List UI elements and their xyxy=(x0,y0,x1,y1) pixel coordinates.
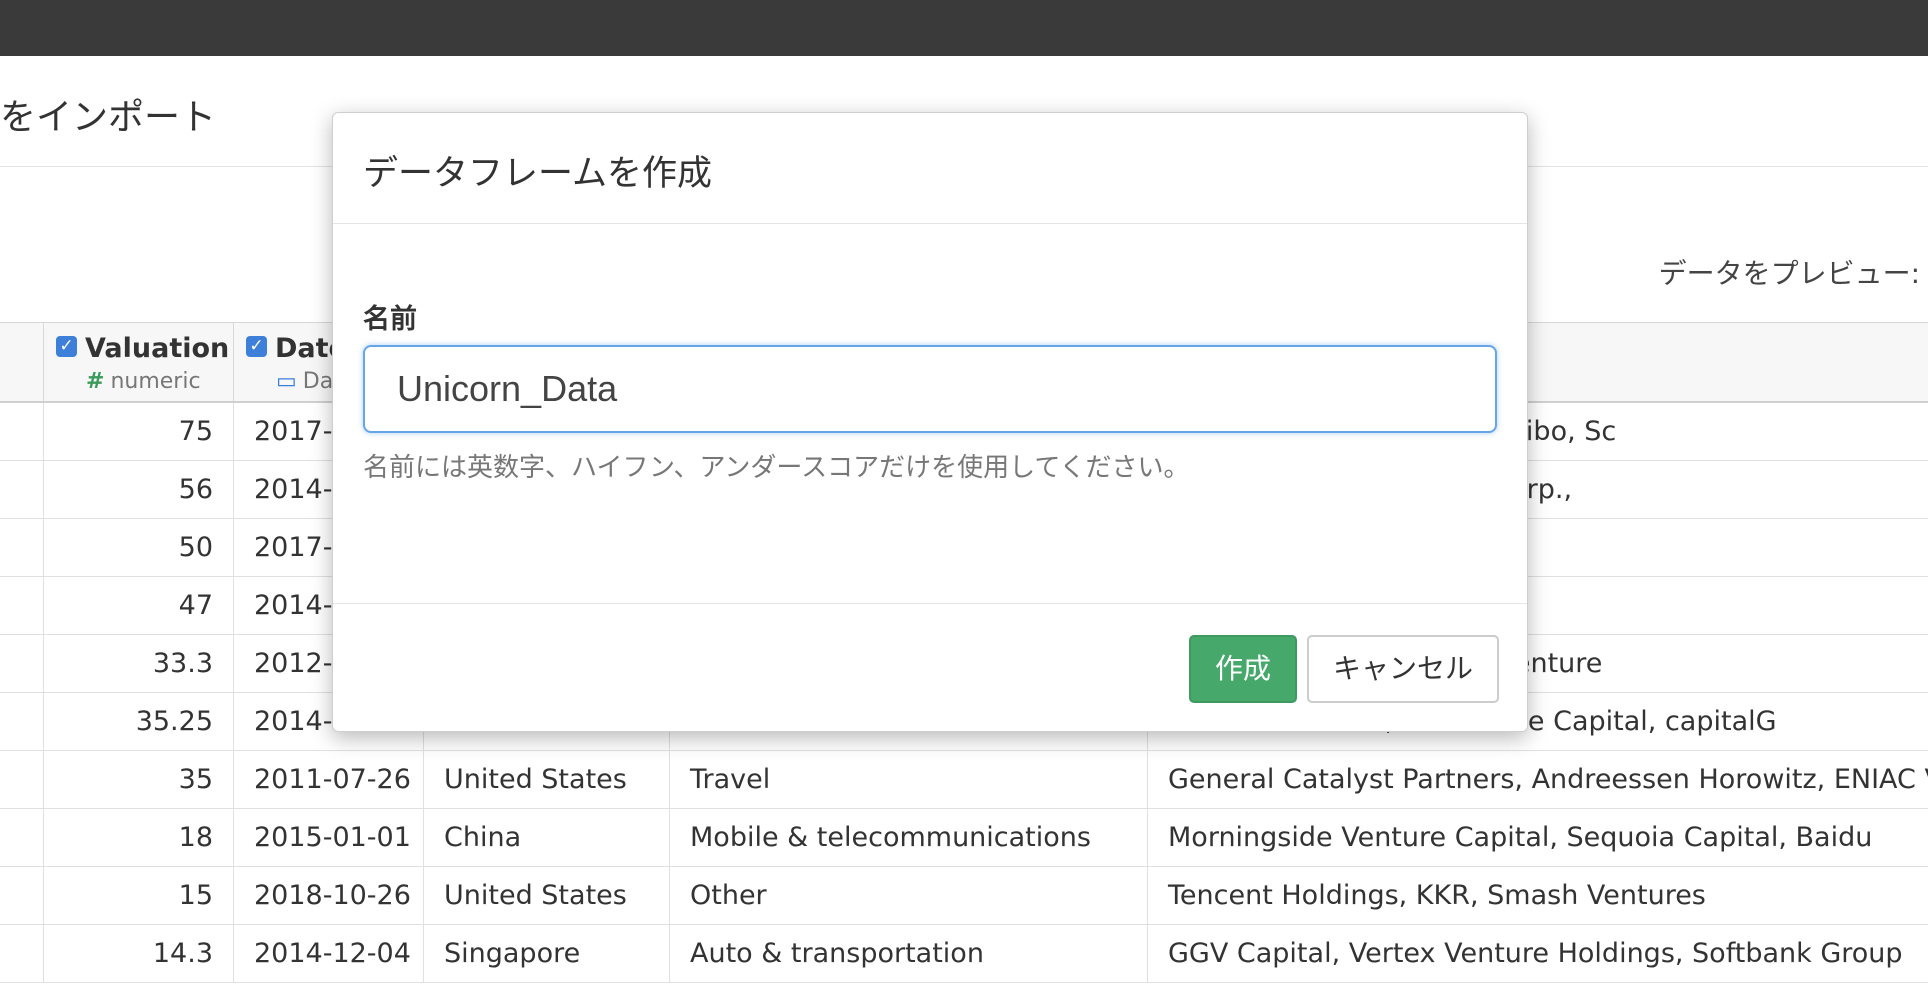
cell-industry: Mobile & telecommunications xyxy=(670,809,1148,866)
column-name: Valuation xyxy=(85,333,230,364)
cell-valuation: 56 xyxy=(44,461,234,518)
cell-date: 2018-10-26 xyxy=(234,867,424,924)
create-dataframe-dialog: データフレームを作成 名前 名前には英数字、ハイフン、アンダースコアだけを使用し… xyxy=(332,112,1528,732)
table-row: 15 2018-10-26 United States Other Tencent Ho… xyxy=(0,867,1928,925)
hash-icon: # xyxy=(86,369,105,394)
create-button[interactable]: 作成 xyxy=(1189,635,1297,703)
cell-industry: Other xyxy=(670,867,1148,924)
dialog-header-divider xyxy=(333,223,1527,224)
row-lead-cell xyxy=(0,403,44,460)
cell-valuation: 14.3 xyxy=(44,925,234,982)
preview-label: データをプレビュー: xyxy=(1658,257,1920,290)
row-lead-cell xyxy=(0,809,44,866)
column-type-label: numeric xyxy=(110,369,201,394)
column-type: ▭ Da xyxy=(276,369,333,394)
row-lead-cell xyxy=(0,461,44,518)
cell-country: United States xyxy=(424,867,670,924)
column-header-label: ✓ Valuation xyxy=(56,333,229,364)
name-input[interactable] xyxy=(363,345,1497,433)
import-page: をインポート データをプレビュー: ✓ Valuation # numeric ✓ D… xyxy=(0,56,1928,1004)
cell-valuation: 35 xyxy=(44,751,234,808)
column-checkbox[interactable]: ✓ xyxy=(56,336,77,357)
cell-investors: Morningside Venture Capital, Sequoia Cap… xyxy=(1168,822,1873,853)
cell-date: 2015-01-01 xyxy=(234,809,424,866)
cell-country: China xyxy=(424,809,670,866)
cell-industry: Auto & transportation xyxy=(670,925,1148,982)
name-hint: 名前には英数字、ハイフン、アンダースコアだけを使用してください。 xyxy=(363,453,1190,483)
cell-valuation: 75 xyxy=(44,403,234,460)
cell-industry: Travel xyxy=(670,751,1148,808)
table-row: 35 2011-07-26 United States Travel General C… xyxy=(0,751,1928,809)
page-title: をインポート xyxy=(0,97,217,138)
row-lead-cell xyxy=(0,867,44,924)
cell-valuation: 47 xyxy=(44,577,234,634)
cell-country: United States xyxy=(424,751,670,808)
table-row: 18 2015-01-01 China Mobile & telecommunicat… xyxy=(0,809,1928,867)
row-lead-cell xyxy=(0,693,44,750)
row-lead-cell xyxy=(0,925,44,982)
column-type: # numeric xyxy=(86,369,201,394)
row-lead-cell xyxy=(0,519,44,576)
table-row: 14.3 2014-12-04 Singapore Auto & transporta… xyxy=(0,925,1928,983)
cell-valuation: 33.3 xyxy=(44,635,234,692)
cell-valuation: 15 xyxy=(44,867,234,924)
cell-valuation: 18 xyxy=(44,809,234,866)
dialog-footer-divider xyxy=(333,603,1527,604)
cell-investors: Tencent Holdings, KKR, Smash Ventures xyxy=(1168,880,1706,911)
cell-country: Singapore xyxy=(424,925,670,982)
column-checkbox[interactable]: ✓ xyxy=(246,336,267,357)
row-lead-cell xyxy=(0,635,44,692)
table-header-spacer xyxy=(0,323,44,401)
cell-valuation: 50 xyxy=(44,519,234,576)
row-lead-cell xyxy=(0,577,44,634)
cell-date: 2014-12-04 xyxy=(234,925,424,982)
dialog-title: データフレームを作成 xyxy=(363,154,712,194)
row-lead-cell xyxy=(0,751,44,808)
column-type-label: Da xyxy=(302,369,334,394)
calendar-icon: ▭ xyxy=(276,369,297,394)
name-label: 名前 xyxy=(363,304,417,335)
cell-valuation: 35.25 xyxy=(44,693,234,750)
cell-investors: General Catalyst Partners, Andreessen Ho… xyxy=(1168,764,1928,795)
cancel-button[interactable]: キャンセル xyxy=(1307,635,1499,703)
app-top-bar xyxy=(0,0,1928,56)
column-header-valuation[interactable]: ✓ Valuation # numeric xyxy=(44,323,234,401)
cell-investors: GGV Capital, Vertex Venture Holdings, So… xyxy=(1168,938,1903,969)
cell-date: 2011-07-26 xyxy=(234,751,424,808)
